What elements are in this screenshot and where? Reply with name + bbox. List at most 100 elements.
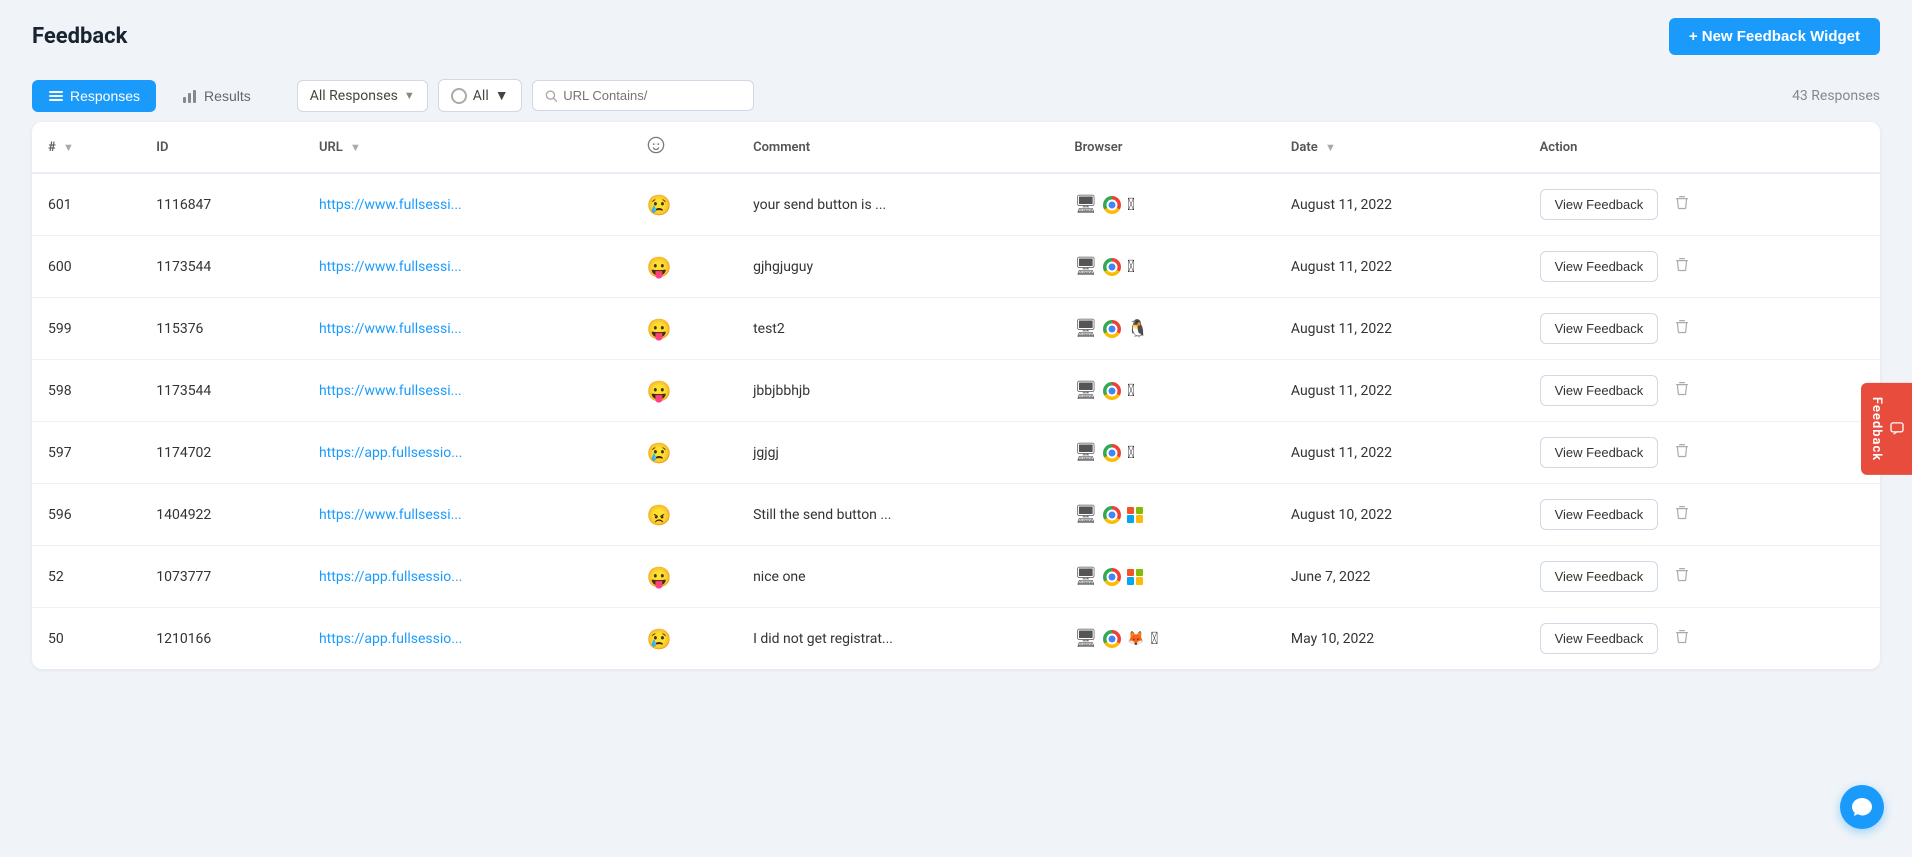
url-search-input[interactable] <box>563 88 740 103</box>
circle-icon <box>451 88 467 104</box>
monitor-icon: 🖥 <box>1074 194 1097 215</box>
cell-id: 1073777 <box>140 546 303 608</box>
col-num: # ▼ <box>32 122 140 173</box>
cell-url[interactable]: https://www.fullsessi... <box>303 236 631 298</box>
cell-id: 1173544 <box>140 360 303 422</box>
all-responses-filter[interactable]: All Responses ▼ <box>297 80 428 112</box>
trash-icon <box>1674 256 1690 272</box>
cell-num: 600 <box>32 236 140 298</box>
cell-action: View Feedback <box>1524 298 1880 360</box>
delete-button[interactable] <box>1666 560 1698 593</box>
cell-comment: nice one <box>737 546 1058 608</box>
cell-action: View Feedback <box>1524 360 1880 422</box>
view-feedback-button[interactable]: View Feedback <box>1540 251 1659 282</box>
table-row: 597 1174702 https://app.fullsessio... 😢 … <box>32 422 1880 484</box>
view-feedback-button[interactable]: View Feedback <box>1540 437 1659 468</box>
col-url[interactable]: URL ▼ <box>303 122 631 173</box>
url-search-box[interactable] <box>532 80 754 111</box>
search-icon <box>545 89 558 103</box>
trash-icon <box>1674 194 1690 210</box>
apple-icon:  <box>1127 257 1135 277</box>
table-row: 600 1173544 https://www.fullsessi... 😛 g… <box>32 236 1880 298</box>
cell-comment: your send button is ... <box>737 173 1058 236</box>
chrome-icon <box>1103 382 1121 400</box>
delete-button[interactable] <box>1666 498 1698 531</box>
chrome-icon <box>1103 506 1121 524</box>
cell-url[interactable]: https://www.fullsessi... <box>303 360 631 422</box>
cell-browser: 🖥  <box>1058 236 1275 298</box>
view-feedback-button[interactable]: View Feedback <box>1540 561 1659 592</box>
col-emoji <box>631 122 737 173</box>
url-link[interactable]: https://app.fullsessio... <box>319 445 462 461</box>
cell-date: August 11, 2022 <box>1275 360 1524 422</box>
cell-id: 1404922 <box>140 484 303 546</box>
filter-label: All Responses <box>310 88 398 104</box>
table-row: 50 1210166 https://app.fullsessio... 😢 I… <box>32 608 1880 670</box>
cell-url[interactable]: https://app.fullsessio... <box>303 608 631 670</box>
cell-emoji: 😢 <box>631 608 737 670</box>
delete-button[interactable] <box>1666 622 1698 655</box>
monitor-icon: 🖥 <box>1074 504 1097 525</box>
cell-url[interactable]: https://www.fullsessi... <box>303 173 631 236</box>
apple-icon:  <box>1151 629 1159 649</box>
cell-action: View Feedback <box>1524 608 1880 670</box>
view-feedback-button[interactable]: View Feedback <box>1540 375 1659 406</box>
monitor-icon: 🖥 <box>1074 256 1097 277</box>
chat-bubble[interactable] <box>1840 785 1884 829</box>
col-date[interactable]: Date ▼ <box>1275 122 1524 173</box>
cell-num: 52 <box>32 546 140 608</box>
cell-url[interactable]: https://www.fullsessi... <box>303 484 631 546</box>
url-link[interactable]: https://www.fullsessi... <box>319 507 462 523</box>
view-feedback-button[interactable]: View Feedback <box>1540 313 1659 344</box>
cell-num: 596 <box>32 484 140 546</box>
cell-num: 597 <box>32 422 140 484</box>
feedback-table: # ▼ ID URL ▼ Comment Browser Date ▼ Acti… <box>32 122 1880 669</box>
view-feedback-button[interactable]: View Feedback <box>1540 189 1659 220</box>
cell-url[interactable]: https://app.fullsessio... <box>303 546 631 608</box>
delete-button[interactable] <box>1666 188 1698 221</box>
windows-icon <box>1127 569 1143 585</box>
linux-icon: 🐧 <box>1127 319 1148 339</box>
cell-emoji: 😠 <box>631 484 737 546</box>
chrome-icon <box>1103 320 1121 338</box>
url-link[interactable]: https://www.fullsessi... <box>319 259 462 275</box>
table-row: 52 1073777 https://app.fullsessio... 😛 n… <box>32 546 1880 608</box>
cell-date: May 10, 2022 <box>1275 608 1524 670</box>
cell-date: August 10, 2022 <box>1275 484 1524 546</box>
response-count: 43 Responses <box>1792 88 1880 104</box>
cell-action: View Feedback <box>1524 484 1880 546</box>
cell-comment: Still the send button ... <box>737 484 1058 546</box>
responses-icon <box>48 88 64 104</box>
tab-responses[interactable]: Responses <box>32 80 156 112</box>
new-feedback-widget-button[interactable]: + New Feedback Widget <box>1669 18 1880 55</box>
delete-button[interactable] <box>1666 250 1698 283</box>
delete-button[interactable] <box>1666 374 1698 407</box>
trash-icon <box>1674 380 1690 396</box>
cell-url[interactable]: https://www.fullsessi... <box>303 298 631 360</box>
cell-url[interactable]: https://app.fullsessio... <box>303 422 631 484</box>
delete-button[interactable] <box>1666 312 1698 345</box>
sort-date-icon[interactable]: ▼ <box>1325 141 1336 154</box>
all-filter-dropdown[interactable]: All ▼ <box>438 79 522 112</box>
tab-results[interactable]: Results <box>166 80 267 112</box>
monitor-icon: 🖥 <box>1074 628 1097 649</box>
trash-icon <box>1674 628 1690 644</box>
sort-num-icon[interactable]: ▼ <box>63 141 74 154</box>
cell-comment: jgjgj <box>737 422 1058 484</box>
url-link[interactable]: https://www.fullsessi... <box>319 321 462 337</box>
url-link[interactable]: https://app.fullsessio... <box>319 569 462 585</box>
url-link[interactable]: https://www.fullsessi... <box>319 383 462 399</box>
cell-browser: 🖥 <box>1058 546 1275 608</box>
apple-icon:  <box>1127 443 1135 463</box>
view-feedback-button[interactable]: View Feedback <box>1540 499 1659 530</box>
sort-url-icon[interactable]: ▼ <box>350 141 361 154</box>
side-feedback-tab[interactable]: Feedback <box>1861 382 1912 474</box>
delete-button[interactable] <box>1666 436 1698 469</box>
url-link[interactable]: https://app.fullsessio... <box>319 631 462 647</box>
chevron-down-icon: ▼ <box>404 89 415 102</box>
col-id: ID <box>140 122 303 173</box>
url-link[interactable]: https://www.fullsessi... <box>319 197 462 213</box>
results-icon <box>182 88 198 104</box>
cell-emoji: 😛 <box>631 298 737 360</box>
view-feedback-button[interactable]: View Feedback <box>1540 623 1659 654</box>
